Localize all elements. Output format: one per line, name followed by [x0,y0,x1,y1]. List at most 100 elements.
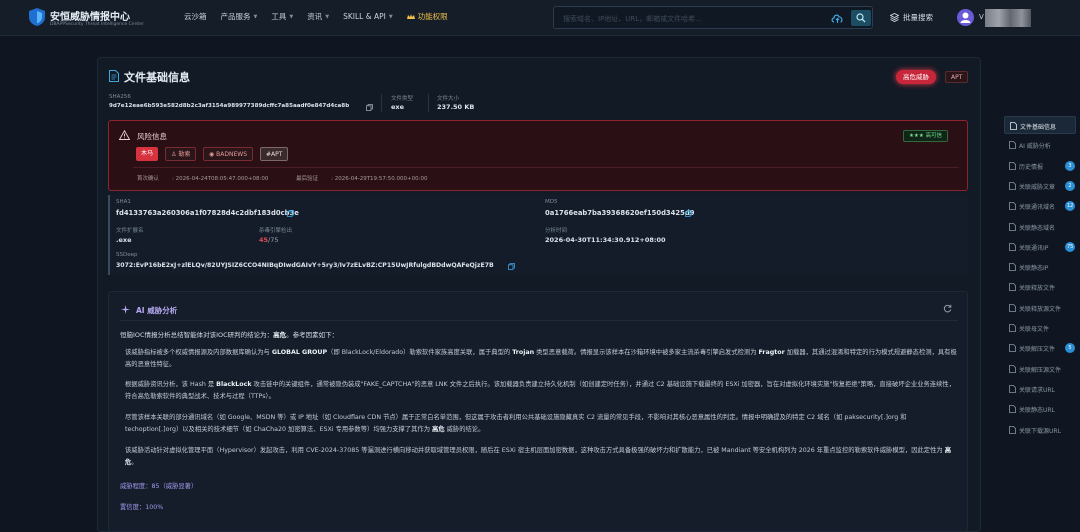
sidebar-item-label: 关联静态URL [1019,407,1055,415]
para-bold: Fragtor [758,349,785,356]
nav-products[interactable]: 产品服务 ▼ [221,11,258,22]
sidebar-item[interactable]: 关联母文件 [1004,319,1076,337]
warning-icon [119,130,130,140]
document-icon [1009,202,1016,211]
nav-tools[interactable]: 工具 ▼ [271,11,293,22]
tag-ransomware[interactable]: ♙ 勒索 [165,147,197,161]
sidebar-item[interactable]: 关联下载源URL [1004,421,1076,439]
sidebar-item[interactable]: 关联静态域名 [1004,218,1076,236]
para-text: 根据威胁资讯分析，该 Hash 是 [125,381,217,388]
para-bold: GLOBAL GROUP [271,349,328,356]
sidebar-item[interactable]: 关联通讯域名 12 [1004,197,1076,215]
refresh-icon[interactable] [943,304,952,313]
document-icon [1009,303,1016,312]
tag-apt[interactable]: #APT [260,147,289,161]
sidebar-item[interactable]: 关联通讯IP 75 [1004,238,1076,256]
brand-subtitle: DBAPPSecurity Threat Intelligence Center [50,22,144,27]
file-type-label: 文件类型 [391,96,414,102]
risk-timestamps: 首次确认: 2026-04-24T08:05:47.000+08:00 最后验证… [137,174,453,182]
crown-icon [406,13,415,19]
nav-label: 资讯 [307,12,323,21]
sidebar-item-label: 关联静态IP [1019,265,1049,273]
para-bold: Trojan [512,349,535,356]
nav-permissions[interactable]: 功能权限 [406,11,448,22]
sidebar-item-label: 历史情报 [1019,163,1044,171]
sidebar-item[interactable]: 关联释放源文件 [1004,299,1076,317]
nav-label: 产品服务 [220,12,251,21]
sidebar-item-label: 关联下载源URL [1019,427,1061,435]
redacted-username [985,9,1031,27]
nav-news[interactable]: 资讯 ▼ [307,11,329,22]
ai-paragraph-3: 尽管该样本关联的部分通讯域名（如 Google、MSDN 等）或 IP 地址（如… [125,412,957,436]
search-button[interactable] [851,10,871,26]
para-text: 尽管该样本关联的部分通讯域名（如 Google、MSDN 等）或 IP 地址（如… [125,414,907,433]
tag-badnews[interactable]: ◉ BADNEWS [203,147,254,161]
upload-cloud-icon[interactable] [831,12,844,24]
tag-label: BADNEWS [216,151,248,158]
sidebar-item-label: 关联通讯域名 [1019,204,1056,212]
nav-label: 云沙箱 [184,12,207,21]
engine-hits: 45 [259,236,269,244]
sidebar-item[interactable]: 文件基础信息 [1004,116,1076,134]
sidebar-item[interactable]: 关联解压源文件 [1004,360,1076,378]
batch-search-label: 批量搜索 [903,13,933,22]
sha1-label: SHA1 [116,199,131,205]
nav-label: 工具 [271,12,287,21]
document-icon [1009,384,1016,393]
para-text: 。 [131,459,138,466]
batch-search-button[interactable]: 批量搜索 [890,12,933,23]
user-name[interactable]: V [979,13,984,21]
layers-icon [890,13,899,22]
sidebar-item[interactable]: 关联静态URL [1004,400,1076,418]
risk-title: 风险信息 [137,132,167,141]
sidebar-item[interactable]: 关联静态IP [1004,258,1076,276]
shield-icon: ◉ [209,151,215,158]
para-text: 该威胁活动针对虚拟化管理平面（Hypervisor）发起攻击，利用 CVE-20… [125,447,945,454]
copy-icon[interactable] [508,263,515,270]
sparkle-icon [121,305,130,314]
ext-label: 文件扩展名 [116,228,144,234]
sidebar-item[interactable]: 关联请求URL [1004,380,1076,398]
document-icon [1009,364,1016,373]
last-seen: 最后验证: 2026-04-29T19:57:50.000+00:00 [296,176,428,182]
sha1-value: fd4133763a260306a1f07828d4c2dbf183d0cb3e [116,209,299,217]
nav-skill-api[interactable]: SKILL & API ▼ [343,11,393,22]
sidebar-item[interactable]: 关联解压文件 5 [1004,339,1076,357]
sidebar-item-label: 关联释放源文件 [1019,305,1062,313]
ext-value: .exe [116,236,132,244]
sidebar-item-label: 关联静态域名 [1019,224,1056,232]
avatar[interactable] [957,9,974,26]
analysis-time-value: 2026-04-30T11:34:30.912+08:00 [545,236,666,244]
sidebar-item[interactable]: 关联威胁文章 2 [1004,177,1076,195]
document-icon [1009,425,1016,434]
document-icon [1009,242,1016,251]
threat-level-badge: 高危威胁 [896,70,936,84]
document-icon [1010,122,1017,130]
para-text: 威胁的结论。 [444,426,485,433]
threat-score: 威胁程度：85（威胁显著） [120,483,198,490]
divider [381,94,382,112]
search-placeholder: 搜索域名、IP地址、URL，邮箱或文件哈希... [563,15,702,23]
copy-icon[interactable] [287,210,294,217]
para-text: 该威胁指标被多个权威情报源及内部数据库确认为与 [125,349,272,356]
first-seen: 首次确认: 2026-04-24T08:05:47.000+08:00 [137,176,269,182]
count-badge: 5 [1065,343,1075,354]
count-badge: 12 [1065,201,1076,212]
nav-sandbox[interactable]: 云沙箱 [184,11,207,22]
sidebar-item-label: 关联请求URL [1019,386,1055,394]
copy-icon[interactable] [685,210,692,217]
sidebar-item[interactable]: 历史情报 3 [1004,157,1076,175]
sidebar-item[interactable]: AI 威胁分析 [1004,136,1076,154]
document-icon [1009,405,1016,414]
copy-icon[interactable] [366,104,373,111]
sidebar-item[interactable]: 关联释放文件 [1004,278,1076,296]
nav-label: 功能权限 [417,12,448,21]
file-size-label: 文件大小 [437,96,460,102]
search-input[interactable]: 搜索域名、IP地址、URL，邮箱或文件哈希... [553,6,873,29]
conclusion-text: 。参考因素如下： [286,331,339,339]
brand-title[interactable]: 安恒威胁情报中心 [50,8,130,23]
nav-label: SKILL & API [343,12,386,21]
ai-paragraph-2: 根据威胁资讯分析，该 Hash 是 BlackLock 攻击链中的关键组件，通常… [125,379,957,403]
tag-trojan[interactable]: 木马 [136,147,159,161]
md5-value: 0a1766eab7ba39368620ef150d3425d9 [545,209,695,217]
